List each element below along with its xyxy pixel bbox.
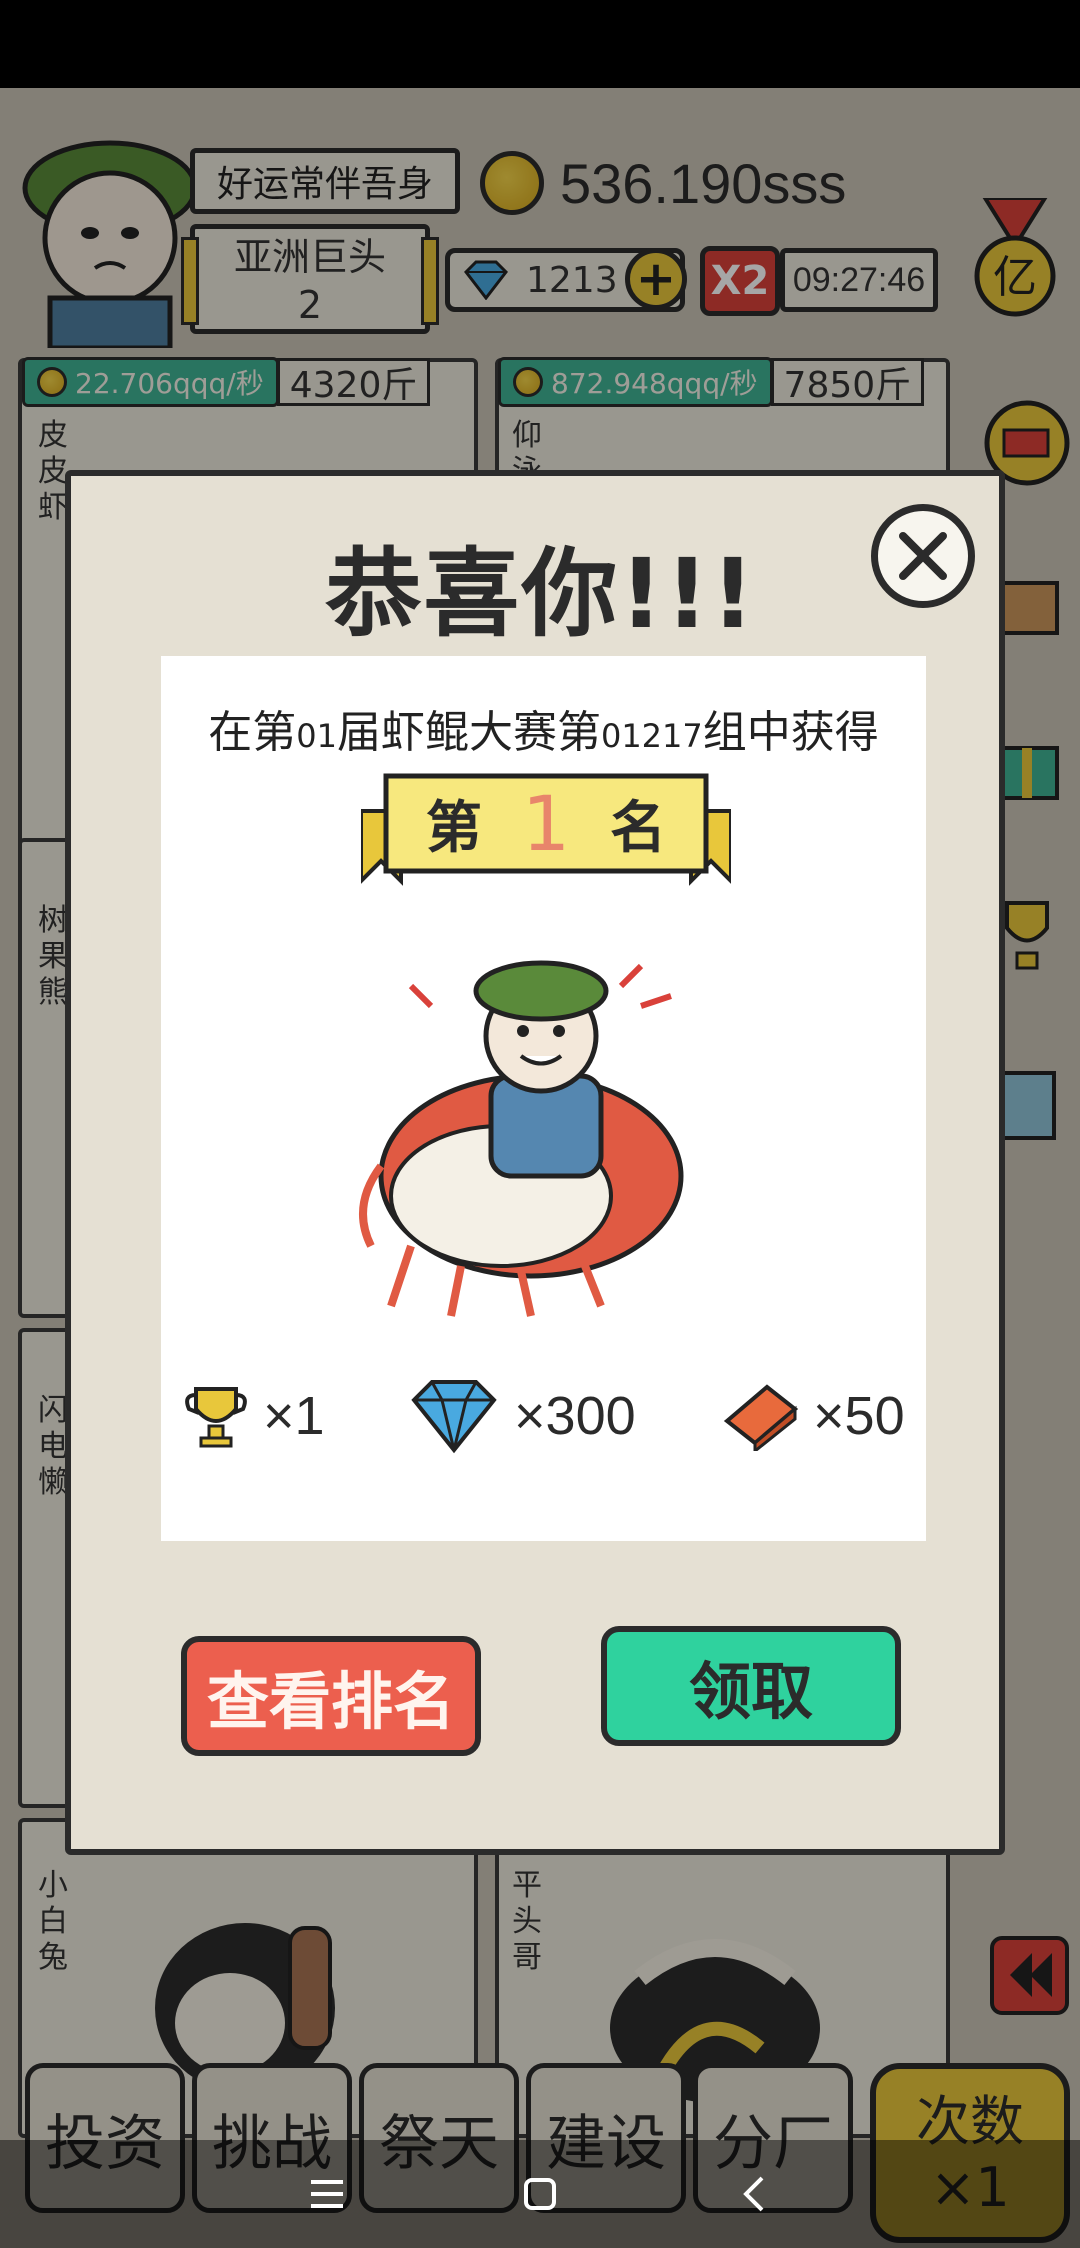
home-icon xyxy=(523,2178,556,2210)
reward-diamond-amount: ×300 xyxy=(514,1386,636,1446)
brick-icon xyxy=(723,1384,799,1451)
reward-trophy: ×1 xyxy=(181,1366,325,1466)
home-button[interactable] xyxy=(510,2164,570,2224)
award-line-mid2: 组中获得 xyxy=(702,707,879,758)
rank-number: 1 xyxy=(521,779,571,868)
reward-brick: ×50 xyxy=(721,1366,905,1466)
close-button[interactable] xyxy=(871,504,975,608)
close-icon xyxy=(899,532,947,580)
award-description: 在第01届虾鲲大赛第01217组中获得 xyxy=(161,696,926,760)
claim-button[interactable]: 领取 xyxy=(601,1626,901,1746)
back-icon xyxy=(743,2176,764,2212)
menu-icon xyxy=(310,2180,343,2208)
system-nav-bar xyxy=(0,2140,1080,2248)
reward-diamond: ×300 xyxy=(406,1366,636,1466)
reward-brick-amount: ×50 xyxy=(813,1386,905,1446)
claim-label: 领取 xyxy=(688,1655,813,1728)
view-rank-label: 查看排名 xyxy=(206,1665,455,1738)
rank-suffix: 名 xyxy=(610,796,667,861)
session-number: 01 xyxy=(296,717,337,755)
rank-ribbon-text: 第 1 名 xyxy=(361,776,731,871)
award-line-mid1: 届虾鲲大赛第 xyxy=(336,707,601,758)
dialog-title: 恭喜你!!! xyxy=(325,538,757,650)
back-button[interactable] xyxy=(723,2164,783,2224)
rank-prefix: 第 xyxy=(425,796,482,861)
reward-list: ×1 ×300 ×50 xyxy=(161,1366,926,1466)
award-paper: 在第01届虾鲲大赛第01217组中获得 第 1 名 ×1 ×300 ×50 xyxy=(161,656,926,1541)
group-number: 01217 xyxy=(600,717,703,755)
status-bar xyxy=(0,0,1080,88)
diamond-icon xyxy=(411,1380,497,1454)
view-rank-button[interactable]: 查看排名 xyxy=(181,1636,481,1756)
award-dialog: 恭喜你!!! 在第01届虾鲲大赛第01217组中获得 第 1 名 ×1 ×300… xyxy=(65,470,1005,1855)
champion-illustration xyxy=(359,960,684,1317)
reward-trophy-amount: ×1 xyxy=(263,1386,325,1446)
award-line-prefix: 在第 xyxy=(208,707,297,758)
trophy-icon xyxy=(185,1387,247,1448)
menu-button[interactable] xyxy=(297,2164,357,2224)
